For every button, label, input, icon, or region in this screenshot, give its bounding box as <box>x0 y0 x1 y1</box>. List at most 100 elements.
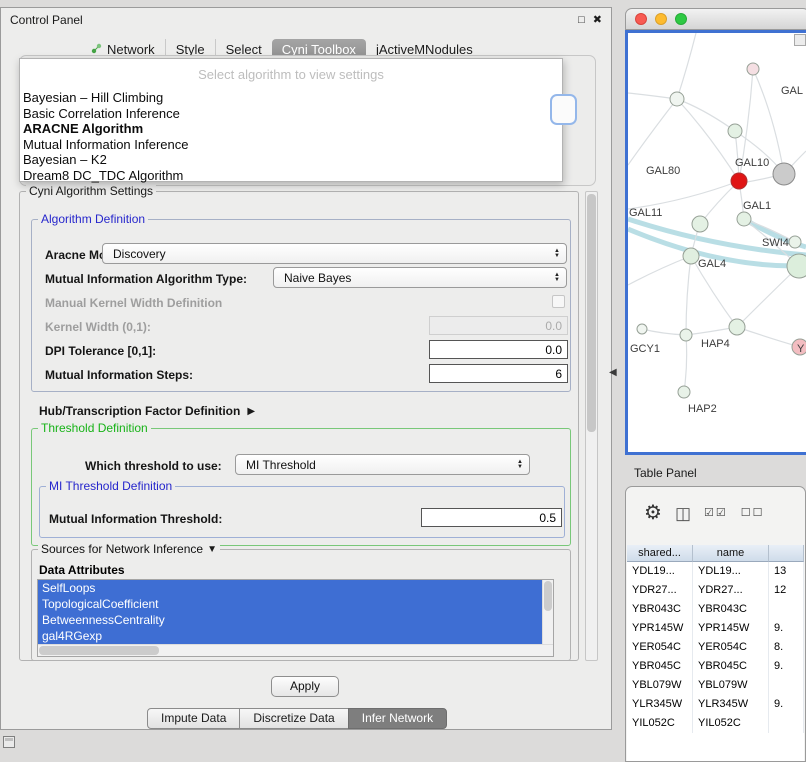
algorithm-dropdown[interactable]: Select algorithm to view settings Bayesi… <box>19 58 563 182</box>
close-icon[interactable]: ✖ <box>593 15 602 26</box>
table-row[interactable]: YER054CYER054C8. <box>627 638 804 657</box>
attribute-item[interactable]: BetweennessCentrality <box>38 612 542 628</box>
network-edge[interactable] <box>686 256 691 335</box>
network-node[interactable] <box>787 254 806 278</box>
minimized-panel-icon[interactable] <box>3 736 15 748</box>
network-edge[interactable] <box>677 99 735 131</box>
table-cell: YER054C <box>627 638 693 657</box>
network-edge[interactable] <box>677 33 696 99</box>
apply-button[interactable]: Apply <box>271 676 339 697</box>
tab-impute-data[interactable]: Impute Data <box>147 708 240 729</box>
network-edge[interactable] <box>684 335 687 392</box>
table-row[interactable]: YLR345WYLR345W9. <box>627 695 804 714</box>
table-row[interactable]: YIL052CYIL052C <box>627 714 804 733</box>
close-button[interactable] <box>635 13 647 25</box>
minimize-button[interactable] <box>655 13 667 25</box>
network-node[interactable] <box>728 124 742 138</box>
network-node[interactable] <box>773 163 795 185</box>
network-node[interactable] <box>670 92 684 106</box>
network-node[interactable] <box>737 212 751 226</box>
clear-selection-icon[interactable]: ☐☐ <box>741 508 765 519</box>
scrollbar-thumb[interactable] <box>544 581 552 611</box>
table-cell: YDR27... <box>693 581 769 600</box>
table-cell: YPR145W <box>693 619 769 638</box>
threshold-definition-title: Threshold Definition <box>38 421 151 435</box>
table-row[interactable]: YDL19...YDL19...13 <box>627 562 804 581</box>
tab-infer-network[interactable]: Infer Network <box>348 708 447 729</box>
table-row[interactable]: YBL079WYBL079W <box>627 676 804 695</box>
aracne-mode-value: Discovery <box>113 247 554 261</box>
hub-definition-expander[interactable]: Hub/Transcription Factor Definition ▶ <box>39 404 255 418</box>
mi-steps-field[interactable] <box>429 364 568 383</box>
splitter-collapse-icon[interactable]: ◀ <box>609 367 617 378</box>
network-node[interactable] <box>747 63 759 75</box>
zoom-button[interactable] <box>675 13 687 25</box>
network-window-titlebar[interactable] <box>625 8 806 30</box>
list-vertical-scrollbar[interactable] <box>542 580 553 644</box>
network-window: GAL80GAL10GALGAL11GAL1SWI4GAL4GCY1HAP4HA… <box>625 8 806 455</box>
network-edge[interactable] <box>628 256 691 285</box>
collapse-down-icon: ▼ <box>207 544 217 555</box>
network-node[interactable] <box>729 319 745 335</box>
mi-algorithm-type-select[interactable]: Naive Bayes ▲▼ <box>273 267 567 288</box>
network-node[interactable] <box>789 236 801 248</box>
sources-group-title[interactable]: Sources for Network Inference ▼ <box>38 542 220 556</box>
network-node[interactable] <box>680 329 692 341</box>
settings-scrollbar[interactable] <box>585 191 598 661</box>
network-node[interactable] <box>731 173 747 189</box>
dpi-tolerance-field[interactable] <box>429 340 568 359</box>
mi-threshold-field[interactable] <box>421 508 562 527</box>
algorithm-option[interactable]: ARACNE Algorithm <box>20 121 562 137</box>
which-threshold-select[interactable]: MI Threshold ▲▼ <box>235 454 530 475</box>
data-attributes-listbox[interactable]: SelfLoopsTopologicalCoefficientBetweenne… <box>37 579 554 657</box>
tab-discretize-data[interactable]: Discretize Data <box>239 708 348 729</box>
network-canvas[interactable]: GAL80GAL10GALGAL11GAL1SWI4GAL4GCY1HAP4HA… <box>628 33 806 455</box>
algorithm-option[interactable]: Bayesian – K2 <box>20 152 562 168</box>
float-icon[interactable]: □ <box>578 15 585 26</box>
table-cell: 9. <box>769 619 804 638</box>
network-edge[interactable] <box>737 266 799 327</box>
insert-column-icon[interactable]: ◫ <box>675 505 691 522</box>
network-edge[interactable] <box>737 327 800 347</box>
network-node[interactable] <box>678 386 690 398</box>
aracne-mode-select[interactable]: Discovery ▲▼ <box>102 243 567 264</box>
algorithm-option[interactable]: Basic Correlation Inference <box>20 106 562 122</box>
select-all-icon[interactable]: ☑☑ <box>704 508 728 519</box>
algorithm-dropdown-list: Bayesian – Hill ClimbingBasic Correlatio… <box>20 90 562 183</box>
network-node[interactable] <box>637 324 647 334</box>
scrollbar-thumb[interactable] <box>39 646 159 655</box>
kernel-width-field[interactable] <box>429 316 568 335</box>
network-view[interactable]: GAL80GAL10GALGAL11GAL1SWI4GAL4GCY1HAP4HA… <box>625 30 806 455</box>
network-edge[interactable] <box>677 99 739 181</box>
node-label: SWI4 <box>762 237 789 249</box>
scrollbar-thumb[interactable] <box>587 194 596 432</box>
mi-algorithm-type-label: Mutual Information Algorithm Type: <box>45 272 247 286</box>
table-row[interactable]: YDR27...YDR27...12 <box>627 581 804 600</box>
network-edge[interactable] <box>628 181 739 209</box>
table-row[interactable]: YBR043CYBR043C <box>627 600 804 619</box>
list-horizontal-scrollbar[interactable] <box>38 644 553 656</box>
algorithm-option[interactable]: Mutual Information Inference <box>20 137 562 153</box>
manual-kernel-width-checkbox[interactable] <box>552 295 565 308</box>
column-header[interactable]: shared... <box>627 545 693 562</box>
network-node[interactable] <box>692 216 708 232</box>
table-cell: YIL052C <box>627 714 693 733</box>
network-edge[interactable] <box>628 99 677 165</box>
network-edge[interactable] <box>642 329 686 335</box>
column-header[interactable]: name <box>693 545 769 562</box>
table-row[interactable]: YPR145WYPR145W9. <box>627 619 804 638</box>
attribute-item[interactable]: gal4RGexp <box>38 628 542 644</box>
node-label: GCY1 <box>630 343 660 355</box>
gear-icon[interactable]: ⚙ <box>644 503 662 523</box>
network-node[interactable] <box>683 248 699 264</box>
help-button[interactable] <box>550 94 577 125</box>
column-header[interactable] <box>769 545 804 562</box>
attribute-item[interactable]: TopologicalCoefficient <box>38 596 542 612</box>
table-row[interactable]: YBR045CYBR045C9. <box>627 657 804 676</box>
birdseye-toggle-icon[interactable] <box>794 34 806 46</box>
table-panel-title: Table Panel <box>634 466 697 480</box>
table-cell: 12 <box>769 581 804 600</box>
algorithm-option[interactable]: Dream8 DC_TDC Algorithm <box>20 168 562 184</box>
attribute-item[interactable]: SelfLoops <box>38 580 542 596</box>
algorithm-option[interactable]: Bayesian – Hill Climbing <box>20 90 562 106</box>
